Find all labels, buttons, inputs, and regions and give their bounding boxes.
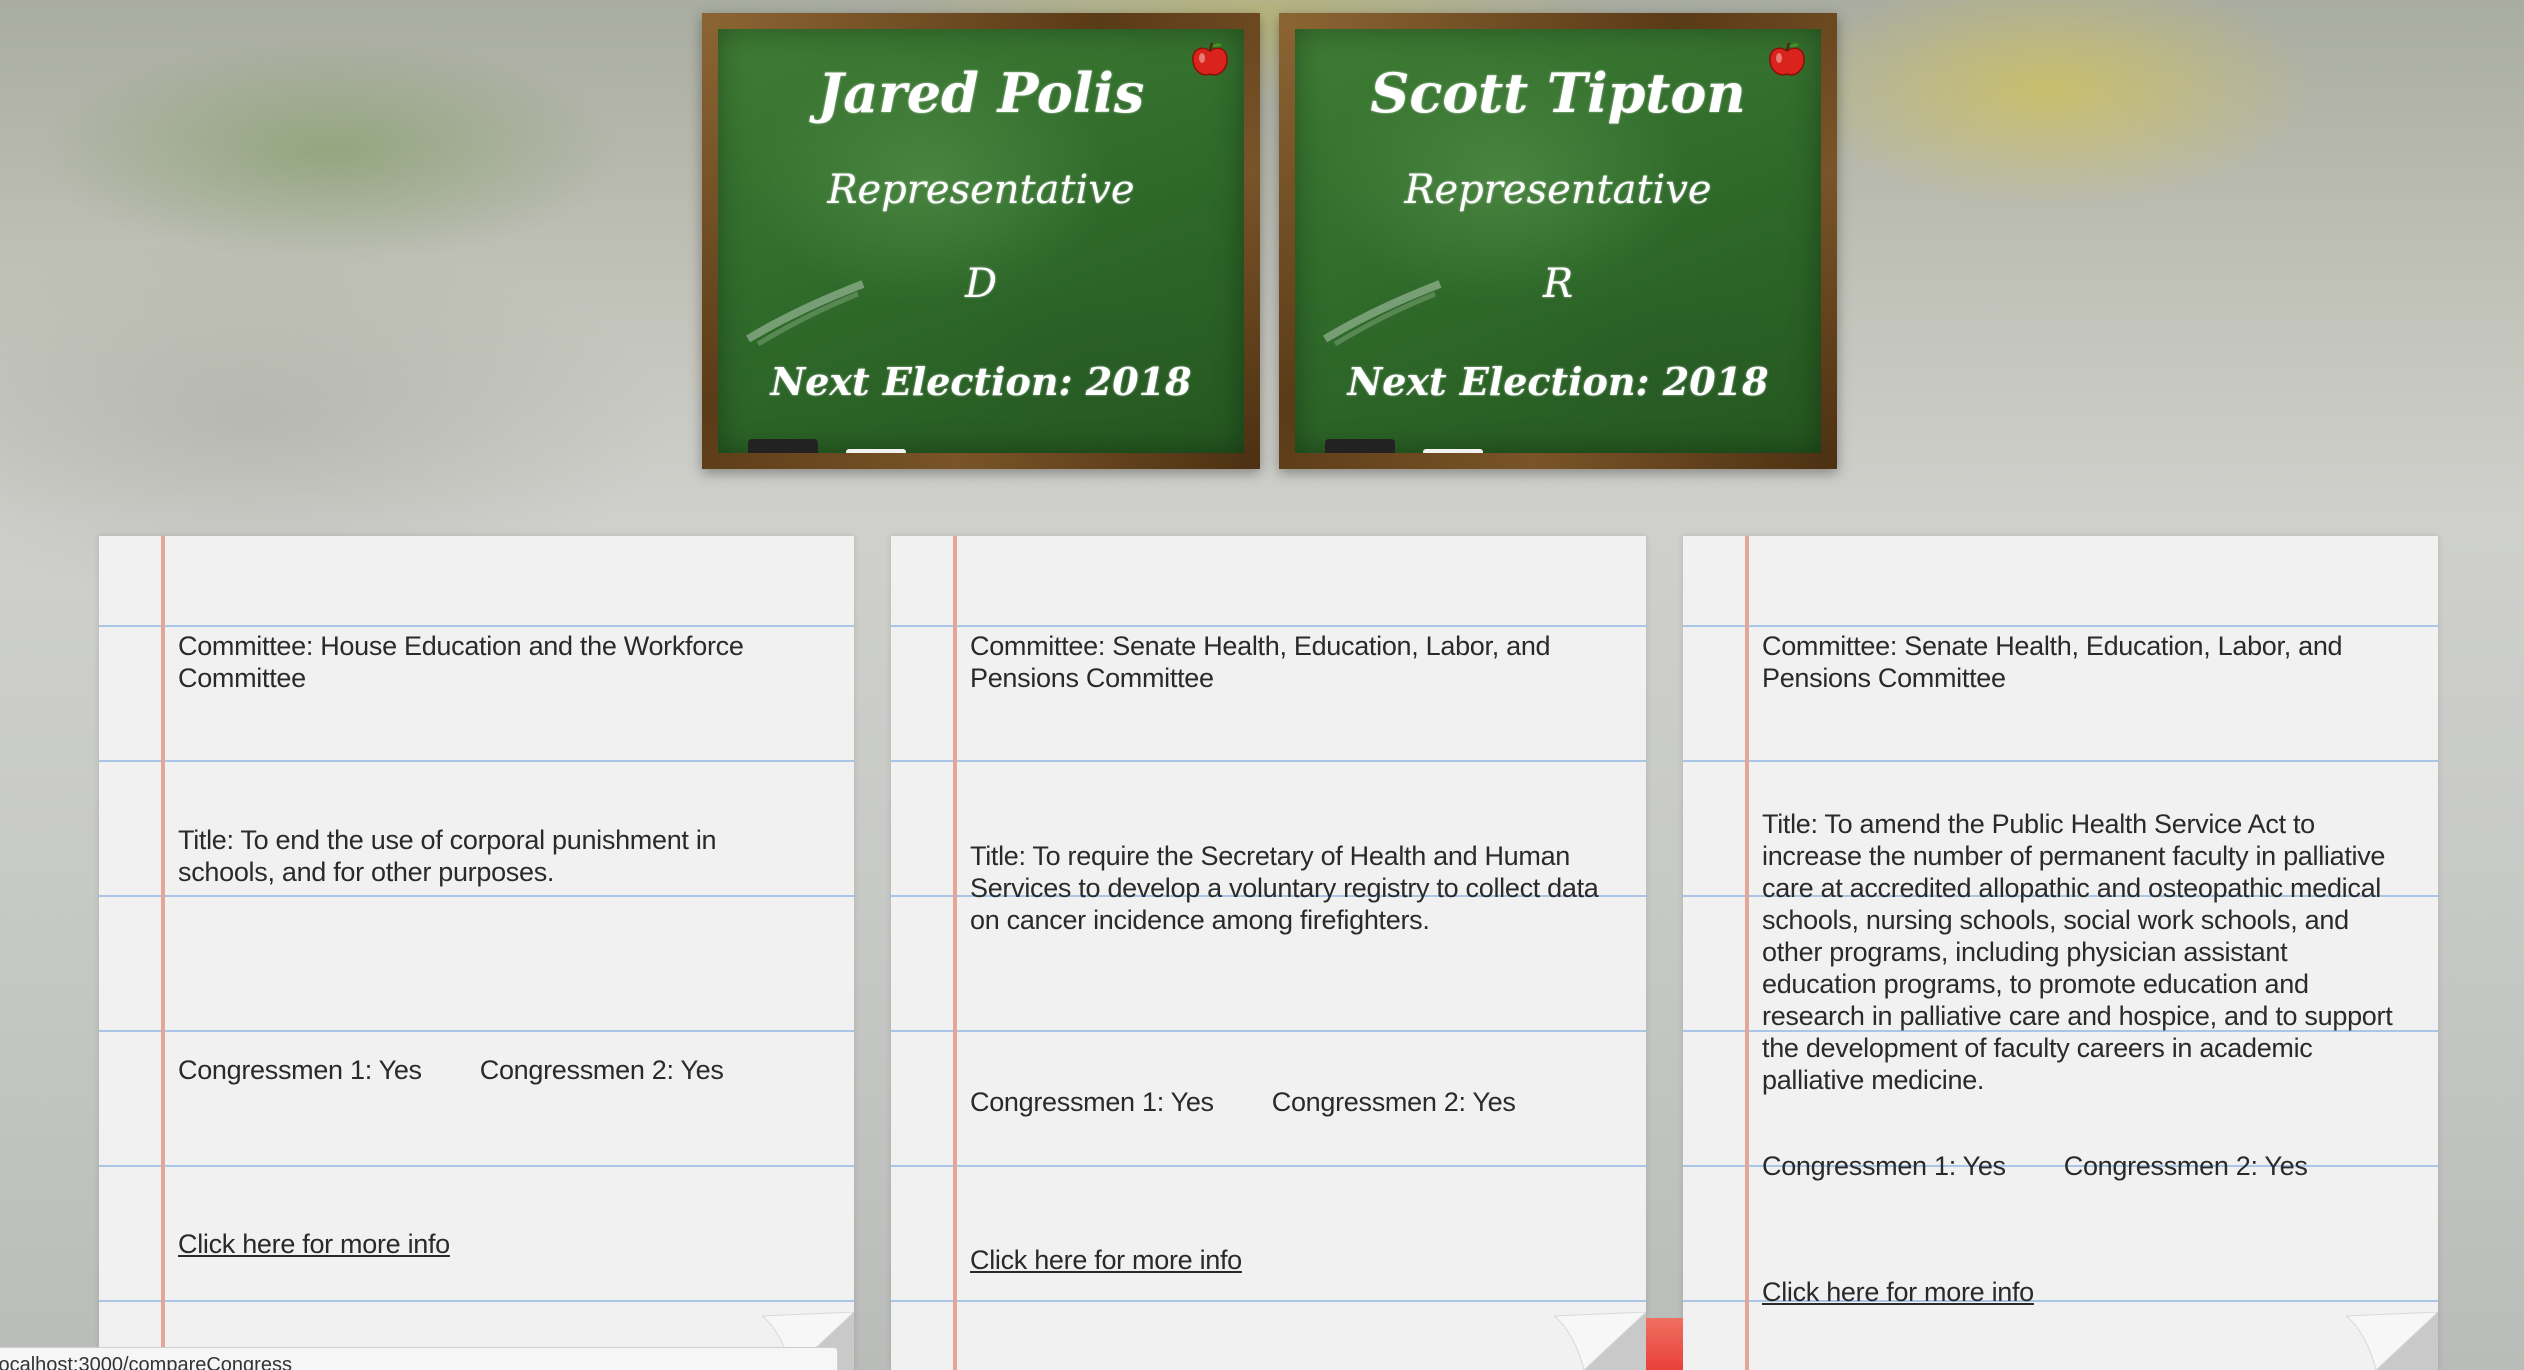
eraser-icon: [1325, 439, 1395, 453]
committee-text: Committee: House Education and the Workf…: [178, 631, 744, 693]
browser-status-bar: localhost:3000/compareCongress: [0, 1347, 838, 1370]
bill-title: Title: To amend the Public Health Servic…: [1762, 809, 2393, 1095]
more-info-row: Click here for more info: [970, 1244, 1606, 1276]
congressman-name: Jared Polis: [817, 61, 1145, 125]
vote-row: Congressmen 1: Yes Congressmen 2: Yes: [1762, 1150, 2398, 1182]
vote-row: Congressmen 1: Yes Congressmen 2: Yes: [178, 1054, 814, 1086]
bill-title: Title: To end the use of corporal punish…: [178, 825, 717, 887]
page-curl-icon: [2346, 1312, 2438, 1370]
committee-text: Committee: Senate Health, Education, Lab…: [970, 631, 1551, 693]
vote-congressman-2: Congressmen 2: Yes: [2063, 1151, 2308, 1181]
chalkboard-congressman-1: Jared Polis Representative D Next Electi…: [702, 13, 1260, 469]
chalk-smudge: [745, 280, 865, 347]
more-info-link[interactable]: Click here for more info: [178, 1229, 450, 1259]
congressman-role: Representative: [827, 167, 1135, 213]
chalk-stick: [846, 449, 906, 453]
page-curl-icon: [1554, 1312, 1646, 1370]
more-info-row: Click here for more info: [178, 1228, 814, 1260]
eraser-icon: [748, 439, 818, 453]
more-info-link[interactable]: Click here for more info: [970, 1245, 1242, 1275]
congressman-name: Scott Tipton: [1370, 61, 1746, 125]
congressman-role: Representative: [1404, 167, 1712, 213]
apple-icon: [1192, 42, 1228, 76]
next-election: Next Election: 2018: [770, 359, 1192, 404]
margin-line: [953, 536, 957, 1370]
vote-row: Congressmen 1: Yes Congressmen 2: Yes: [970, 1086, 1606, 1118]
next-election: Next Election: 2018: [1347, 359, 1769, 404]
bill-card: Committee: Senate Health, Education, Lab…: [891, 536, 1646, 1370]
bill-card: Committee: House Education and the Workf…: [99, 536, 854, 1370]
red-bookmark-tab: [1646, 1318, 1683, 1370]
bill-title: Title: To require the Secretary of Healt…: [970, 841, 1599, 935]
vote-congressman-1: Congressmen 1: Yes: [1762, 1151, 2006, 1181]
margin-line: [1745, 536, 1749, 1370]
vote-congressman-2: Congressmen 2: Yes: [1271, 1087, 1516, 1117]
more-info-link[interactable]: Click here for more info: [1762, 1277, 2034, 1307]
chalkboard-congressman-2: Scott Tipton Representative R Next Elect…: [1279, 13, 1837, 469]
vote-congressman-2: Congressmen 2: Yes: [479, 1055, 724, 1085]
apple-icon: [1769, 42, 1805, 76]
margin-line: [161, 536, 165, 1370]
more-info-row: Click here for more info: [1762, 1276, 2398, 1308]
status-url: localhost:3000/compareCongress: [0, 1354, 292, 1370]
bill-card: Committee: Senate Health, Education, Lab…: [1683, 536, 2438, 1370]
chalk-smudge: [1322, 280, 1442, 347]
vote-congressman-1: Congressmen 1: Yes: [178, 1055, 422, 1085]
vote-congressman-1: Congressmen 1: Yes: [970, 1087, 1214, 1117]
committee-text: Committee: Senate Health, Education, Lab…: [1762, 631, 2343, 693]
chalk-stick: [1423, 449, 1483, 453]
